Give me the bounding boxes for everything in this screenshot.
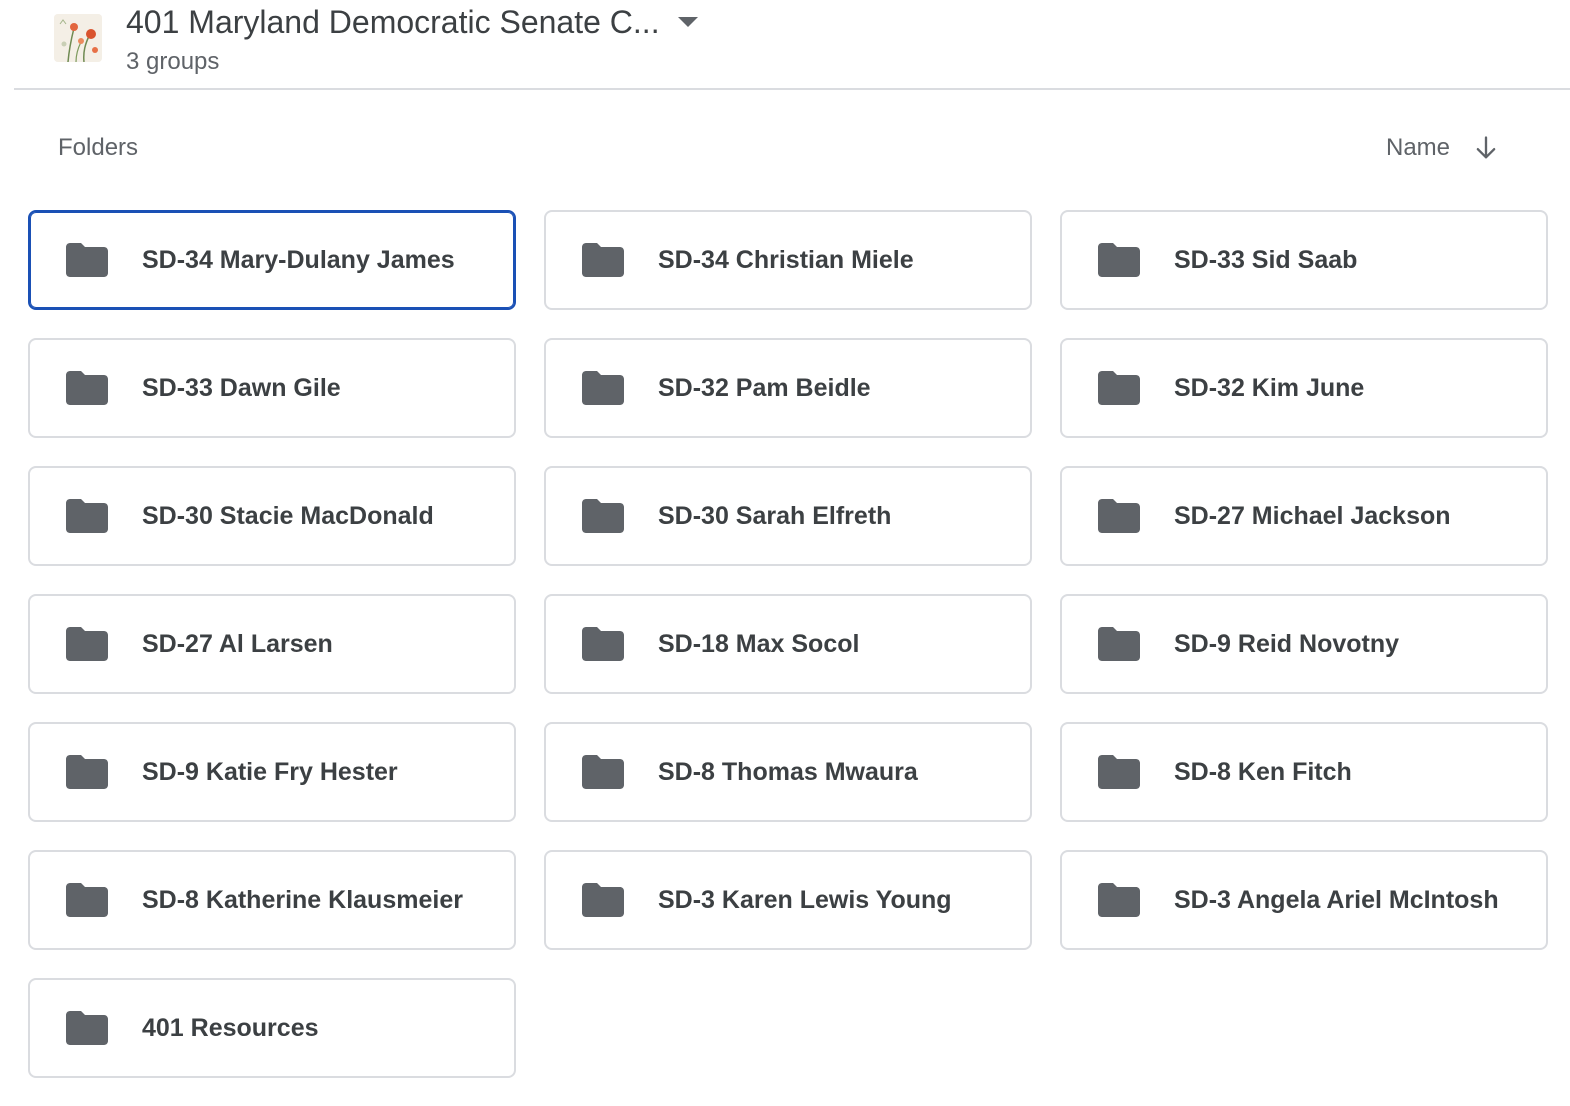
- folder-name[interactable]: SD-27 Michael Jackson: [1174, 502, 1451, 531]
- folder-card[interactable]: SD-32 Kim June: [1060, 338, 1548, 438]
- folder-card[interactable]: SD-8 Ken Fitch: [1060, 722, 1548, 822]
- folder-name[interactable]: SD-27 Al Larsen: [142, 630, 333, 659]
- folder-icon: [1098, 243, 1140, 277]
- arrow-down-icon[interactable]: [1472, 134, 1500, 162]
- folder-name[interactable]: SD-30 Stacie MacDonald: [142, 502, 434, 531]
- folder-card[interactable]: SD-3 Karen Lewis Young: [544, 850, 1032, 950]
- shared-drive-thumbnail[interactable]: [54, 14, 102, 62]
- folder-icon: [582, 883, 624, 917]
- folder-grid: SD-34 Mary-Dulany James SD-34 Christian M…: [28, 210, 1550, 1078]
- folder-name[interactable]: SD-33 Sid Saab: [1174, 246, 1357, 275]
- folder-card[interactable]: SD-34 Mary-Dulany James: [28, 210, 516, 310]
- folder-icon: [582, 499, 624, 533]
- folder-icon: [582, 371, 624, 405]
- folder-icon: [1098, 371, 1140, 405]
- folder-icon: [1098, 499, 1140, 533]
- folder-icon: [582, 243, 624, 277]
- folder-name[interactable]: SD-33 Dawn Gile: [142, 374, 341, 403]
- folder-icon: [66, 755, 108, 789]
- folder-name[interactable]: SD-18 Max Socol: [658, 630, 859, 659]
- folder-card[interactable]: SD-27 Al Larsen: [28, 594, 516, 694]
- folder-icon: [1098, 627, 1140, 661]
- folder-icon: [66, 1011, 108, 1045]
- folder-name[interactable]: SD-32 Pam Beidle: [658, 374, 871, 403]
- folder-icon: [582, 755, 624, 789]
- folder-name[interactable]: SD-3 Karen Lewis Young: [658, 886, 952, 915]
- folder-name[interactable]: SD-8 Thomas Mwaura: [658, 758, 918, 787]
- folder-icon: [1098, 883, 1140, 917]
- folder-card[interactable]: 401 Resources: [28, 978, 516, 1078]
- folders-section-label: Folders: [58, 134, 139, 161]
- folder-card[interactable]: SD-33 Dawn Gile: [28, 338, 516, 438]
- folder-name[interactable]: SD-9 Katie Fry Hester: [142, 758, 398, 787]
- folder-name[interactable]: SD-34 Mary-Dulany James: [142, 246, 455, 275]
- folder-icon: [1098, 755, 1140, 789]
- dropdown-caret-icon[interactable]: [677, 17, 698, 27]
- folder-icon: [66, 499, 108, 533]
- drive-title[interactable]: 401 Maryland Democratic Senate C...: [126, 2, 660, 42]
- folder-card[interactable]: SD-3 Angela Ariel McIntosh: [1060, 850, 1548, 950]
- folder-icon: [66, 243, 108, 277]
- sort-by-name-button[interactable]: Name: [1374, 126, 1512, 170]
- folder-card[interactable]: SD-33 Sid Saab: [1060, 210, 1548, 310]
- folder-icon: [66, 883, 108, 917]
- drive-header: 401 Maryland Democratic Senate C... 3 gr…: [14, 0, 1570, 90]
- sort-label[interactable]: Name: [1386, 134, 1450, 162]
- drive-title-wrap[interactable]: 401 Maryland Democratic Senate C...: [126, 2, 698, 42]
- folder-name[interactable]: SD-34 Christian Miele: [658, 246, 914, 275]
- folder-name[interactable]: SD-8 Ken Fitch: [1174, 758, 1352, 787]
- folder-card[interactable]: SD-34 Christian Miele: [544, 210, 1032, 310]
- folder-name[interactable]: SD-30 Sarah Elfreth: [658, 502, 891, 531]
- folder-name[interactable]: 401 Resources: [142, 1014, 319, 1043]
- folder-card[interactable]: SD-32 Pam Beidle: [544, 338, 1032, 438]
- folder-card[interactable]: SD-30 Stacie MacDonald: [28, 466, 516, 566]
- folder-name[interactable]: SD-3 Angela Ariel McIntosh: [1174, 886, 1499, 915]
- folder-card[interactable]: SD-8 Thomas Mwaura: [544, 722, 1032, 822]
- folder-card[interactable]: SD-8 Katherine Klausmeier: [28, 850, 516, 950]
- folder-card[interactable]: SD-30 Sarah Elfreth: [544, 466, 1032, 566]
- folder-name[interactable]: SD-32 Kim June: [1174, 374, 1364, 403]
- folder-card[interactable]: SD-27 Michael Jackson: [1060, 466, 1548, 566]
- folder-card[interactable]: SD-9 Reid Novotny: [1060, 594, 1548, 694]
- folder-name[interactable]: SD-8 Katherine Klausmeier: [142, 886, 463, 915]
- folder-icon: [582, 627, 624, 661]
- folder-card[interactable]: SD-18 Max Socol: [544, 594, 1032, 694]
- folder-name[interactable]: SD-9 Reid Novotny: [1174, 630, 1399, 659]
- drive-member-count: 3 groups: [126, 48, 220, 75]
- folder-icon: [66, 627, 108, 661]
- folder-card[interactable]: SD-9 Katie Fry Hester: [28, 722, 516, 822]
- folder-icon: [66, 371, 108, 405]
